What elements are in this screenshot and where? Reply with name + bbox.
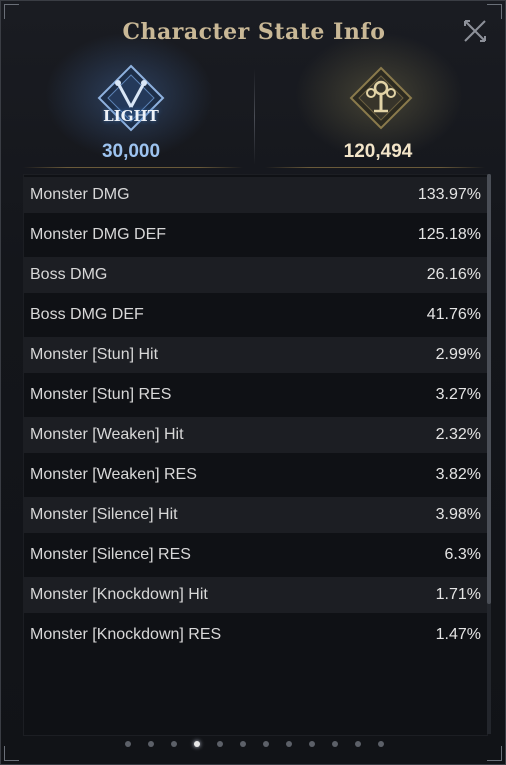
light-label: LIGHT bbox=[103, 107, 159, 125]
tree-emblem-icon bbox=[346, 63, 416, 133]
stat-list-scrollbar[interactable] bbox=[487, 174, 491, 734]
window-title: Character State Info bbox=[122, 19, 386, 45]
tree-score-value: 120,494 bbox=[343, 141, 413, 162]
left-score-underline bbox=[23, 167, 243, 168]
stat-row: Boss DMG DEF 41.76% bbox=[24, 297, 487, 333]
page-dot[interactable] bbox=[308, 741, 315, 747]
stat-row: Monster DMG 133.97% bbox=[24, 177, 487, 213]
page-dot[interactable] bbox=[262, 741, 269, 747]
stat-value: 41.76% bbox=[426, 306, 481, 323]
character-state-panel: Character State Info LIGHT 30,000 120,49… bbox=[0, 0, 506, 765]
stat-value: 3.98% bbox=[435, 506, 481, 523]
stat-name: Monster [Stun] RES bbox=[30, 386, 172, 403]
stat-value: 1.47% bbox=[435, 626, 481, 643]
stat-value: 6.3% bbox=[444, 546, 481, 563]
stat-row: Monster [Silence] Hit 3.98% bbox=[24, 497, 487, 533]
stat-row: Monster DMG DEF 125.18% bbox=[24, 217, 487, 253]
page-dot[interactable] bbox=[377, 741, 384, 747]
page-dot[interactable] bbox=[216, 741, 223, 747]
stat-value: 3.27% bbox=[435, 386, 481, 403]
stat-row: Monster [Knockdown] RES 1.47% bbox=[24, 617, 487, 653]
stat-row: Monster [Stun] RES 3.27% bbox=[24, 377, 487, 413]
stat-name: Monster [Knockdown] Hit bbox=[30, 586, 208, 603]
page-dot[interactable] bbox=[170, 741, 177, 747]
stat-name: Monster [Weaken] Hit bbox=[30, 426, 184, 443]
stat-name: Monster [Silence] Hit bbox=[30, 506, 178, 523]
page-dot[interactable] bbox=[124, 741, 131, 747]
corner-ornament bbox=[4, 4, 19, 19]
page-dot[interactable] bbox=[354, 741, 361, 747]
stat-list[interactable]: Monster DMG 133.97% Monster DMG DEF 125.… bbox=[23, 174, 488, 736]
stat-name: Monster [Silence] RES bbox=[30, 546, 191, 563]
page-dot[interactable] bbox=[331, 741, 338, 747]
light-score-value: 30,000 bbox=[101, 141, 161, 162]
stat-value: 2.32% bbox=[435, 426, 481, 443]
page-indicator bbox=[1, 738, 506, 750]
page-dot[interactable] bbox=[239, 741, 246, 747]
header-divider bbox=[254, 69, 255, 165]
stat-value: 3.82% bbox=[435, 466, 481, 483]
page-dot[interactable] bbox=[285, 741, 292, 747]
stat-value: 125.18% bbox=[417, 226, 481, 243]
stat-name: Monster DMG bbox=[30, 186, 130, 203]
stat-value: 1.71% bbox=[435, 586, 481, 603]
stat-value: 2.99% bbox=[435, 346, 481, 363]
stat-value: 133.97% bbox=[417, 186, 481, 203]
corner-ornament bbox=[487, 4, 502, 19]
stat-name: Boss DMG DEF bbox=[30, 306, 144, 323]
close-icon bbox=[464, 20, 486, 42]
stat-name: Monster [Weaken] RES bbox=[30, 466, 197, 483]
close-button[interactable] bbox=[461, 17, 489, 45]
stat-name: Monster [Knockdown] RES bbox=[30, 626, 222, 643]
stat-row: Monster [Knockdown] Hit 1.71% bbox=[24, 577, 487, 613]
stat-row: Monster [Silence] RES 6.3% bbox=[24, 537, 487, 573]
stat-row: Monster [Weaken] RES 3.82% bbox=[24, 457, 487, 493]
stat-name: Boss DMG bbox=[30, 266, 108, 283]
stat-row: Boss DMG 26.16% bbox=[24, 257, 487, 293]
stat-name: Monster [Stun] Hit bbox=[30, 346, 159, 363]
stat-row: Monster [Weaken] Hit 2.32% bbox=[24, 417, 487, 453]
scrollbar-thumb[interactable] bbox=[487, 174, 491, 604]
stat-value: 26.16% bbox=[426, 266, 481, 283]
page-dot-active[interactable] bbox=[193, 741, 200, 747]
right-score-underline bbox=[265, 167, 485, 168]
stat-row: Monster [Stun] Hit 2.99% bbox=[24, 337, 487, 373]
stat-name: Monster DMG DEF bbox=[30, 226, 167, 243]
page-dot[interactable] bbox=[147, 741, 154, 747]
